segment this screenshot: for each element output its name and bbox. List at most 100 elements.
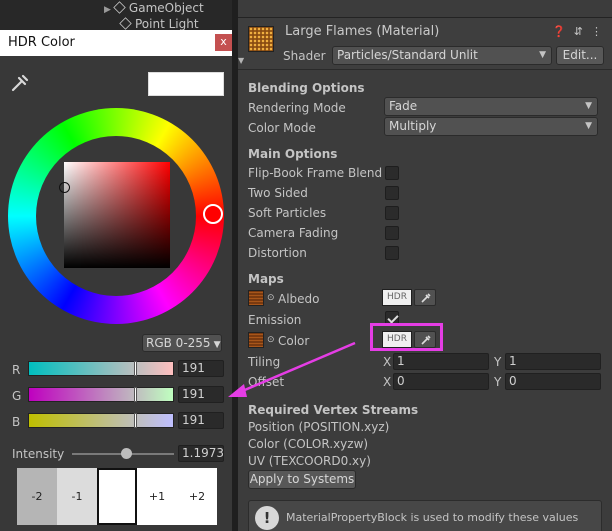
camera-fading-label: Camera Fading bbox=[248, 226, 339, 240]
apply-to-systems-button[interactable]: Apply to Systems bbox=[248, 470, 356, 489]
header-icons: ❓ ⇵ ⋮ bbox=[552, 25, 602, 38]
channel-b-handle[interactable] bbox=[134, 413, 137, 428]
menu-icon[interactable]: ⋮ bbox=[591, 25, 602, 38]
color-mode-dropdown[interactable]: RGB 0-255 ▼ bbox=[142, 334, 222, 352]
channel-g-slider[interactable] bbox=[28, 387, 174, 402]
info-icon: ! bbox=[255, 506, 279, 530]
camera-fading-checkbox[interactable] bbox=[385, 226, 399, 240]
color-mode-label: Color Mode bbox=[248, 121, 316, 135]
collapse-arrow-icon[interactable]: ▼ bbox=[238, 56, 244, 65]
shader-dropdown[interactable]: Particles/Standard Unlit ▼ bbox=[332, 46, 552, 65]
info-box: ! MaterialPropertyBlock is used to modif… bbox=[248, 500, 602, 531]
sv-picker-knob[interactable] bbox=[59, 182, 70, 193]
preset-swatch[interactable]: -2 bbox=[17, 468, 57, 525]
two-sided-checkbox[interactable] bbox=[385, 186, 399, 200]
gameobject-icon bbox=[119, 17, 132, 30]
hierarchy-panel: ▶ GameObject Point Light bbox=[0, 0, 232, 31]
chevron-down-icon: ▼ bbox=[585, 121, 592, 131]
section-vertex-streams: Required Vertex Streams bbox=[248, 403, 419, 417]
vertex-stream-item: Position (POSITION.xyz) bbox=[248, 420, 390, 434]
chevron-down-icon: ▼ bbox=[585, 101, 592, 111]
soft-particles-label: Soft Particles bbox=[248, 206, 327, 220]
color-texture-slot[interactable] bbox=[248, 332, 264, 348]
intensity-label: Intensity bbox=[12, 447, 65, 461]
tiling-x-label: X bbox=[383, 355, 392, 369]
emission-label: Emission bbox=[248, 313, 302, 327]
channel-b-label: B bbox=[12, 415, 21, 429]
tiling-x-field[interactable]: 1 bbox=[393, 353, 489, 370]
hue-picker-knob[interactable] bbox=[203, 204, 223, 224]
albedo-color-swatch[interactable]: HDR bbox=[382, 289, 412, 306]
eyedropper-icon bbox=[421, 335, 431, 345]
channel-b-field[interactable]: 191 bbox=[178, 412, 224, 429]
eyedropper-icon bbox=[421, 293, 431, 303]
hierarchy-item-point-light[interactable]: Point Light bbox=[119, 17, 199, 31]
color-hdr-swatch[interactable]: HDR bbox=[382, 331, 412, 348]
channel-r-slider[interactable] bbox=[28, 361, 174, 376]
two-sided-label: Two Sided bbox=[248, 186, 308, 200]
tiling-y-label: Y bbox=[494, 355, 502, 369]
channel-r-handle[interactable] bbox=[134, 361, 137, 376]
offset-y-label: Y bbox=[494, 375, 502, 389]
preset-swatch[interactable]: +1 bbox=[137, 468, 177, 525]
material-header: Large Flames (Material) ❓ ⇵ ⋮ Shader Par… bbox=[238, 18, 612, 70]
offset-x-label: X bbox=[383, 375, 392, 389]
distortion-label: Distortion bbox=[248, 246, 307, 260]
channel-r-label: R bbox=[12, 363, 21, 377]
albedo-eyedropper-button[interactable] bbox=[414, 289, 436, 306]
material-preview-icon bbox=[248, 26, 274, 52]
edit-shader-button[interactable]: Edit... bbox=[556, 46, 604, 65]
channel-r-field[interactable]: 191 bbox=[178, 360, 224, 377]
object-picker-icon[interactable]: ⊙ bbox=[267, 335, 275, 345]
channel-g-handle[interactable] bbox=[134, 387, 137, 402]
albedo-label: Albedo bbox=[278, 292, 320, 306]
hdr-window-titlebar[interactable]: HDR Color x bbox=[0, 30, 232, 56]
hdr-window-title: HDR Color bbox=[8, 35, 75, 50]
rendering-mode-label: Rendering Mode bbox=[248, 101, 346, 115]
preset-icon[interactable]: ⇵ bbox=[574, 25, 583, 38]
tiling-y-field[interactable]: 1 bbox=[505, 353, 601, 370]
info-text: MaterialPropertyBlock is used to modify … bbox=[286, 511, 579, 524]
gameobject-icon bbox=[113, 1, 126, 14]
hierarchy-item-gameobject[interactable]: ▶ GameObject bbox=[104, 1, 204, 15]
distortion-checkbox[interactable] bbox=[385, 246, 399, 260]
section-main-options: Main Options bbox=[248, 147, 338, 161]
eyedropper-icon bbox=[11, 74, 29, 92]
offset-y-field[interactable]: 0 bbox=[505, 373, 601, 390]
color-preview-swatch bbox=[148, 72, 224, 96]
chevron-down-icon: ▼ bbox=[213, 340, 221, 350]
soft-particles-checkbox[interactable] bbox=[385, 206, 399, 220]
section-maps: Maps bbox=[248, 272, 284, 286]
flip-book-checkbox[interactable] bbox=[385, 166, 399, 180]
vertex-stream-item: Color (COLOR.xyzw) bbox=[248, 437, 369, 451]
eyedropper-button[interactable] bbox=[10, 73, 30, 96]
channel-b-slider[interactable] bbox=[28, 413, 174, 428]
color-eyedropper-button[interactable] bbox=[414, 331, 436, 348]
inspector-top-band bbox=[238, 0, 612, 18]
material-title: Large Flames (Material) bbox=[285, 24, 440, 39]
rendering-mode-dropdown[interactable]: Fade ▼ bbox=[384, 97, 598, 116]
color-label: Color bbox=[278, 334, 310, 348]
preset-swatch[interactable]: +2 bbox=[177, 468, 217, 525]
intensity-field[interactable]: 1.19735 bbox=[178, 445, 224, 462]
color-mode-dropdown[interactable]: Multiply ▼ bbox=[384, 117, 598, 136]
channel-g-field[interactable]: 191 bbox=[178, 386, 224, 403]
saturation-value-square[interactable] bbox=[64, 162, 170, 268]
offset-x-field[interactable]: 0 bbox=[393, 373, 489, 390]
hdr-color-window: HDR Color x RGB 0-255 ▼ R 191 G 191 B 191… bbox=[0, 30, 232, 531]
albedo-texture-slot[interactable] bbox=[248, 290, 264, 306]
vertex-stream-item: UV (TEXCOORD0.xy) bbox=[248, 454, 371, 468]
intensity-slider-handle[interactable] bbox=[121, 448, 132, 459]
flip-book-label: Flip-Book Frame Blending bbox=[248, 166, 382, 180]
preset-swatch-selected[interactable] bbox=[97, 468, 137, 525]
shader-label: Shader bbox=[283, 49, 326, 63]
help-icon[interactable]: ❓ bbox=[552, 25, 566, 38]
object-picker-icon[interactable]: ⊙ bbox=[267, 293, 275, 303]
close-button[interactable]: x bbox=[215, 34, 232, 51]
inspector-panel: Large Flames (Material) ❓ ⇵ ⋮ Shader Par… bbox=[238, 0, 612, 531]
offset-label: Offset bbox=[248, 375, 285, 389]
preset-swatch[interactable]: -1 bbox=[57, 468, 97, 525]
channel-g-label: G bbox=[12, 389, 22, 403]
tiling-label: Tiling bbox=[248, 355, 281, 369]
expand-arrow-icon[interactable]: ▶ bbox=[104, 5, 111, 15]
